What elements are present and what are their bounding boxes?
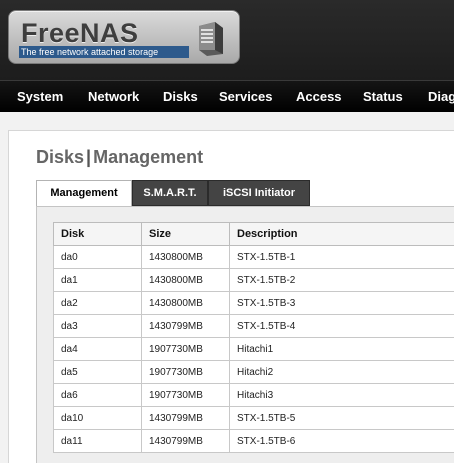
disk-cell: da0 [53,245,142,269]
nav-services[interactable]: Services [219,81,273,112]
size-cell: 1430799MB [141,429,230,453]
table-row[interactable]: da3 1430799MB STX-1.5TB-4 [53,314,454,338]
disk-cell: da1 [53,268,142,292]
description-cell: Hitachi3 [229,383,454,407]
freenas-logo[interactable]: FreeNAS The free network attached storag… [8,10,240,64]
size-cell: 1430800MB [141,268,230,292]
tab-smart[interactable]: S.M.A.R.T. [132,180,208,206]
table-row[interactable]: da1 1430800MB STX-1.5TB-2 [53,268,454,292]
description-cell: Hitachi1 [229,337,454,361]
description-cell: STX-1.5TB-4 [229,314,454,338]
description-cell: STX-1.5TB-1 [229,245,454,269]
content-area: Disks | Management Management S.M.A.R.T. i… [8,130,454,463]
size-cell: 1430799MB [141,314,230,338]
description-cell: STX-1.5TB-5 [229,406,454,430]
tab-iscsi-initiator[interactable]: iSCSI Initiator [208,180,310,206]
main-nav: System Network Disks Services Access Sta… [0,80,454,112]
tab-management[interactable]: Management [36,180,132,206]
table-row[interactable]: da11 1430799MB STX-1.5TB-6 [53,429,454,453]
nav-status[interactable]: Status [363,81,403,112]
size-cell: 1907730MB [141,360,230,384]
table-header-row: Disk Size Description [53,222,454,246]
table-row[interactable]: da2 1430800MB STX-1.5TB-3 [53,291,454,315]
description-cell: STX-1.5TB-6 [229,429,454,453]
table-row[interactable]: da5 1907730MB Hitachi2 [53,360,454,384]
description-cell: Hitachi2 [229,360,454,384]
disk-cell: da3 [53,314,142,338]
table-row[interactable]: da4 1907730MB Hitachi1 [53,337,454,361]
disk-cell: da10 [53,406,142,430]
size-cell: 1430800MB [141,291,230,315]
logo-tagline: The free network attached storage [19,46,189,58]
table-row[interactable]: da6 1907730MB Hitachi3 [53,383,454,407]
size-cell: 1430799MB [141,406,230,430]
disk-cell: da6 [53,383,142,407]
disk-cell: da5 [53,360,142,384]
column-header-disk[interactable]: Disk [53,222,142,246]
table-row[interactable]: da10 1430799MB STX-1.5TB-5 [53,406,454,430]
disk-cell: da4 [53,337,142,361]
page-title-section: Disks [36,147,85,167]
column-header-size[interactable]: Size [141,222,230,246]
nav-disks[interactable]: Disks [163,81,198,112]
description-cell: STX-1.5TB-3 [229,291,454,315]
logo-title: FreeNAS [21,18,139,48]
column-header-description[interactable]: Description [229,222,454,246]
nav-system[interactable]: System [17,81,63,112]
disk-cell: da2 [53,291,142,315]
page-title: Disks | Management [36,147,203,168]
nav-network[interactable]: Network [88,81,139,112]
size-cell: 1907730MB [141,337,230,361]
table-row[interactable]: da0 1430800MB STX-1.5TB-1 [53,245,454,269]
size-cell: 1430800MB [141,245,230,269]
tab-panel: Disk Size Description da0 1430800MB STX-… [36,206,454,463]
disk-table: Disk Size Description da0 1430800MB STX-… [53,222,454,453]
nav-diagnostics[interactable]: Diag [428,81,454,112]
size-cell: 1907730MB [141,383,230,407]
nav-access[interactable]: Access [296,81,342,112]
server-icon [199,22,223,56]
disk-cell: da11 [53,429,142,453]
header: FreeNAS The free network attached storag… [0,0,454,80]
page-title-separator: | [86,147,92,167]
description-cell: STX-1.5TB-2 [229,268,454,292]
page-title-page: Management [93,147,204,167]
